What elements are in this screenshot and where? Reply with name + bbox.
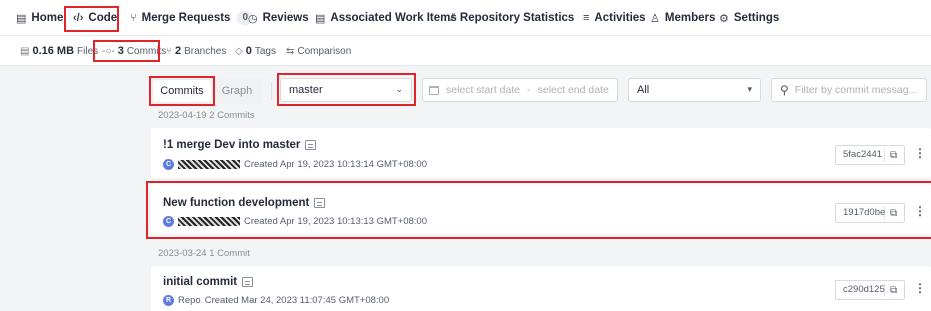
end-date-placeholder: select end date xyxy=(537,84,609,96)
copy-icon[interactable]: ⧉ xyxy=(885,285,897,296)
calendar-icon xyxy=(429,85,439,95)
commit-icon: -○- xyxy=(102,45,115,57)
commit-group-date: 2023-04-19 2 Commits xyxy=(158,110,255,121)
commit-title[interactable]: !1 merge Dev into master xyxy=(163,139,300,151)
commit-created-time: Created Apr 19, 2023 10:13:13 GMT+08:00 xyxy=(244,216,428,227)
activities-icon: ≡ xyxy=(583,12,590,24)
tab-graph[interactable]: Graph xyxy=(213,80,261,102)
commit-created-time: Created Apr 19, 2023 10:13:14 GMT+08:00 xyxy=(244,159,428,170)
sub-nav-tags[interactable]: ◇ 0 Tags xyxy=(235,36,276,66)
home-icon: ▤ xyxy=(16,12,27,25)
commit-row[interactable]: !1 merge Dev into master C Created Apr 1… xyxy=(151,128,931,178)
commit-row[interactable]: initial commit R Repo Created Mar 24, 20… xyxy=(151,266,931,311)
nav-repository-statistics[interactable]: ⫽ Repository Statistics xyxy=(450,0,574,36)
copy-icon[interactable]: ⧉ xyxy=(885,208,897,219)
date-separator: - xyxy=(527,84,531,96)
commit-hash-box[interactable]: 5fac2441 ⧉ xyxy=(835,145,905,165)
tag-icon: ◇ xyxy=(235,45,243,57)
nav-merge-requests[interactable]: ⑂ Merge Requests 0 xyxy=(130,0,254,36)
copy-icon[interactable]: ⧉ xyxy=(885,150,897,161)
nav-activities[interactable]: ≡ Activities xyxy=(583,0,646,36)
commit-created-time: Created Mar 24, 2023 11:07:45 GMT+08:00 xyxy=(204,295,390,306)
sub-nav-comparison[interactable]: ⇆ Comparison xyxy=(286,36,351,66)
commit-detail-icon[interactable] xyxy=(305,140,317,150)
members-icon: ♙ xyxy=(650,12,660,25)
redacted-author-name xyxy=(178,217,240,226)
branch-icon: ⑂ xyxy=(166,45,172,57)
sub-nav-commits[interactable]: -○- 3 Commits xyxy=(102,36,166,66)
commit-hash-box[interactable]: 1917d0be ⧉ xyxy=(835,203,905,223)
sub-nav-branches[interactable]: ⑂ 2 Branches xyxy=(166,36,226,66)
commit-filter-input[interactable]: ⚲ Filter by commit messag... xyxy=(771,78,927,102)
search-icon: ⚲ xyxy=(780,83,789,97)
tab-commits[interactable]: Commits xyxy=(153,80,211,102)
more-options-icon[interactable]: ⋮ xyxy=(914,146,926,160)
nav-reviews[interactable]: ◷ Reviews xyxy=(248,0,309,36)
review-icon: ◷ xyxy=(248,12,258,25)
start-date-placeholder: select start date xyxy=(446,84,521,96)
more-options-icon[interactable]: ⋮ xyxy=(914,281,926,295)
code-icon: ‹/› xyxy=(73,12,84,24)
toolbar-divider xyxy=(271,82,272,100)
commit-detail-icon[interactable] xyxy=(314,198,326,208)
more-options-icon[interactable]: ⋮ xyxy=(914,204,926,218)
chevron-down-icon: ▾ xyxy=(747,84,752,94)
nav-home[interactable]: ▤ Home xyxy=(16,0,63,36)
nav-members[interactable]: ♙ Members xyxy=(650,0,715,36)
commit-group-date: 2023-03-24 1 Commit xyxy=(158,248,250,259)
sub-nav: ▤ 0.16 MB Files -○- 3 Commits ⑂ 2 Branch… xyxy=(0,36,931,66)
chevron-down-icon: ⌄ xyxy=(395,84,403,94)
compare-icon: ⇆ xyxy=(286,45,295,57)
commit-title[interactable]: initial commit xyxy=(163,276,237,288)
commit-hash[interactable]: c290d125 xyxy=(836,283,885,297)
nav-associated-work-items[interactable]: ▤ Associated Work Items xyxy=(315,0,457,36)
merge-request-icon: ⑂ xyxy=(130,12,137,24)
gear-icon: ⚙ xyxy=(719,12,729,25)
avatar: C xyxy=(163,216,174,227)
commit-title[interactable]: New function development xyxy=(163,197,309,209)
work-items-icon: ▤ xyxy=(315,12,326,25)
commit-author: Repo xyxy=(178,295,201,306)
date-range-picker[interactable]: select start date - select end date xyxy=(422,78,618,102)
file-icon: ▤ xyxy=(20,45,30,57)
statistics-icon: ⫽ xyxy=(450,11,455,24)
nav-settings[interactable]: ⚙ Settings xyxy=(719,0,779,36)
avatar: C xyxy=(163,159,174,170)
commit-row[interactable]: New function development C Created Apr 1… xyxy=(151,184,931,234)
top-nav: ▤ Home ‹/› Code ⑂ Merge Requests 0 ◷ Rev… xyxy=(0,0,931,36)
author-select[interactable]: All ▾ xyxy=(628,78,761,102)
commit-hash[interactable]: 5fac2441 xyxy=(836,148,885,162)
commit-hash[interactable]: 1917d0be xyxy=(836,206,885,220)
sub-nav-files[interactable]: ▤ 0.16 MB Files xyxy=(20,36,98,66)
branch-select[interactable]: master ⌄ xyxy=(280,78,412,102)
commit-hash-box[interactable]: c290d125 ⧉ xyxy=(835,280,905,300)
avatar: R xyxy=(163,295,174,306)
redacted-author-name xyxy=(178,160,240,169)
nav-code[interactable]: ‹/› Code xyxy=(73,0,117,36)
commit-detail-icon[interactable] xyxy=(242,277,254,287)
view-toggle: Commits Graph xyxy=(151,78,263,104)
